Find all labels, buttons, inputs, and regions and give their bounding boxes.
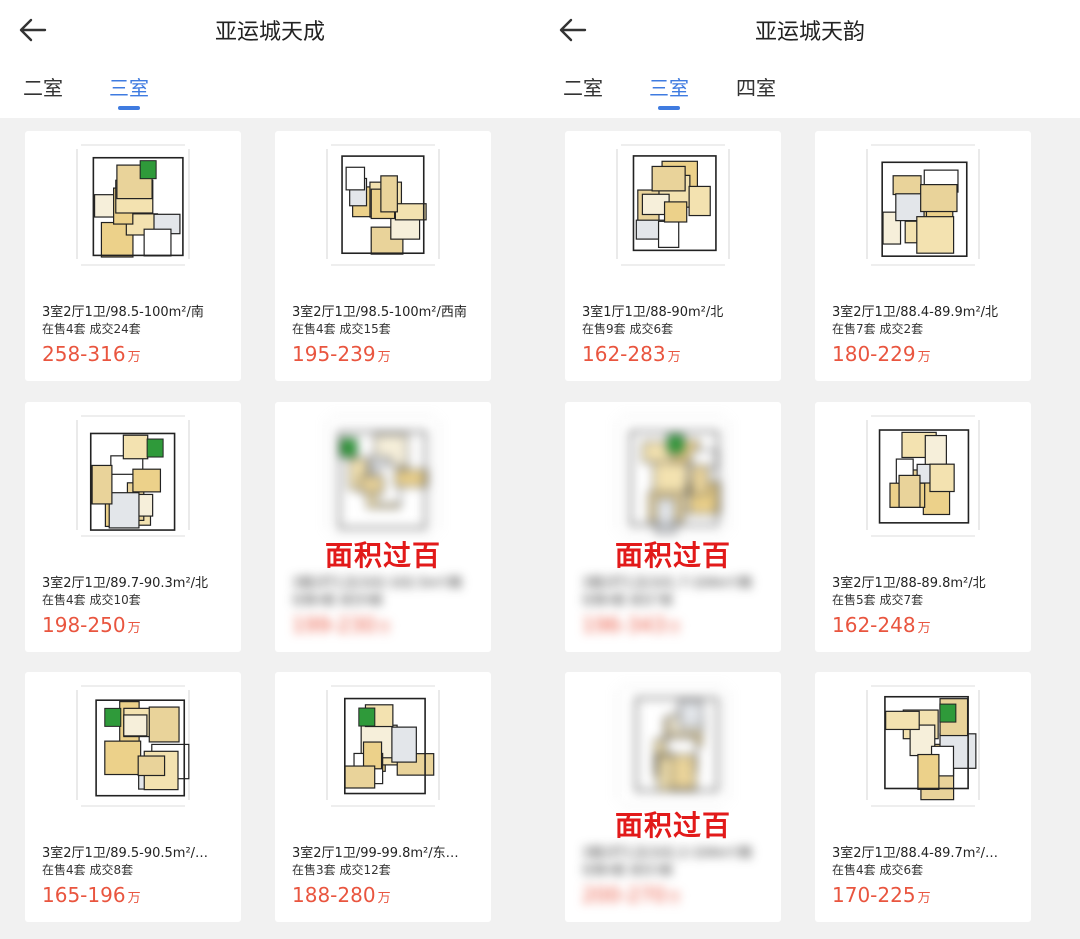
floorplan-image (326, 415, 440, 537)
price-range: 195-239 万 (292, 342, 391, 366)
listing-stats: 在售4套 成交8套 (42, 863, 134, 877)
tab-indicator (118, 106, 140, 110)
tab-two-room[interactable]: 二室 (23, 72, 63, 101)
layout-info: 3室2厅1卫/102-102.5m²/南 (292, 576, 463, 591)
floorplan-card[interactable]: 3室2厅1卫/89.7-90.3m²/北 在售4套 成交10套 198-250 万 (25, 402, 241, 652)
floorplan-card[interactable]: 3室2厅1卫/88.4-89.7m²/… 在售4套 成交6套 170-225 万 (815, 672, 1031, 922)
left-screen: 亚运城天成 二室 三室 3室2厅1卫/98.5-100m²/南 在售4套 成交2… (0, 0, 540, 939)
price-range: 196-343 万 (582, 613, 681, 637)
header: 亚运城天成 二室 三室 (0, 0, 540, 118)
room-tabs: 二室 三室 四室 (540, 68, 1080, 118)
layout-info: 3室2厅1卫/101.7-104m²/南 (582, 576, 753, 591)
layout-info: 3室2厅1卫/88.4-89.9m²/北 (832, 305, 999, 320)
floorplan-card[interactable]: 3室2厅1卫/102.2-104m²/南 在售4套 成交3套 200-270 万 … (565, 672, 781, 922)
listing-stats: 在售3套 成交12套 (292, 863, 391, 877)
listing-stats: 在售4套 成交15套 (292, 322, 391, 336)
price-range: 162-248 万 (832, 613, 931, 637)
floorplan-image (866, 415, 980, 537)
layout-info: 3室2厅1卫/98.5-100m²/南 (42, 305, 204, 320)
floorplan-image (326, 144, 440, 266)
layout-info: 3室2厅1卫/88-89.8m²/北 (832, 576, 986, 591)
over-100sqm-label: 面积过百 (614, 539, 731, 572)
tab-four-room[interactable]: 四室 (736, 72, 776, 101)
listing-stats: 在售4套 成交3套 (582, 863, 674, 877)
right-screen: 亚运城天韵 二室 三室 四室 3室1厅1卫/88-90m²/北 在售9套 成交6… (540, 0, 1080, 939)
listing-stats: 在售9套 成交6套 (582, 322, 674, 336)
layout-info: 3室1厅1卫/88-90m²/北 (582, 305, 724, 320)
floorplan-card[interactable]: 3室1厅1卫/88-90m²/北 在售9套 成交6套 162-283 万 (565, 131, 781, 381)
listing-stats: 在售4套 成交6套 (832, 863, 924, 877)
layout-info: 3室2厅1卫/102.2-104m²/南 (582, 846, 753, 861)
listing-stats: 在售4套 成交24套 (42, 322, 141, 336)
floorplan-card[interactable]: 3室2厅1卫/98.5-100m²/西南 在售4套 成交15套 195-239 万 (275, 131, 491, 381)
layout-info: 3室2厅1卫/98.5-100m²/西南 (292, 305, 467, 320)
tab-two-room[interactable]: 二室 (563, 72, 603, 101)
listing-stats: 在售4套 成交7套 (582, 593, 674, 607)
layout-info: 3室2厅1卫/88.4-89.7m²/… (832, 846, 999, 861)
header: 亚运城天韵 二室 三室 四室 (540, 0, 1080, 118)
floorplan-card[interactable]: 3室2厅1卫/89.5-90.5m²/… 在售4套 成交8套 165-196 万 (25, 672, 241, 922)
floorplan-card[interactable]: 3室2厅1卫/99-99.8m²/东… 在售3套 成交12套 188-280 万 (275, 672, 491, 922)
listing-stats: 在售4套 成交9套 (292, 593, 384, 607)
price-range: 258-316 万 (42, 342, 141, 366)
floorplan-image (76, 144, 190, 266)
floorplan-image (866, 685, 980, 807)
listing-stats: 在售7套 成交2套 (832, 322, 924, 336)
price-range: 180-229 万 (832, 342, 931, 366)
floorplan-image (76, 685, 190, 807)
floorplan-image (616, 685, 730, 807)
price-range: 200-270 万 (582, 883, 681, 907)
floorplan-image (616, 144, 730, 266)
floorplan-card[interactable]: 3室2厅1卫/98.5-100m²/南 在售4套 成交24套 258-316 万 (25, 131, 241, 381)
over-100sqm-label: 面积过百 (324, 539, 441, 572)
layout-info: 3室2厅1卫/89.7-90.3m²/北 (42, 576, 209, 591)
page-title: 亚运城天成 (214, 20, 325, 45)
floorplan-image (616, 415, 730, 537)
floorplan-card[interactable]: 3室2厅1卫/102-102.5m²/南 在售4套 成交9套 199-230 万 … (275, 402, 491, 652)
listing-stats: 在售4套 成交10套 (42, 593, 141, 607)
price-range: 198-250 万 (42, 613, 141, 637)
price-range: 188-280 万 (292, 883, 391, 907)
tab-three-room[interactable]: 三室 (649, 72, 689, 110)
page-title: 亚运城天韵 (754, 20, 865, 45)
price-range: 162-283 万 (582, 342, 681, 366)
over-100sqm-label: 面积过百 (614, 809, 731, 842)
price-range: 170-225 万 (832, 883, 931, 907)
price-range: 165-196 万 (42, 883, 141, 907)
floorplan-card[interactable]: 3室2厅1卫/88-89.8m²/北 在售5套 成交7套 162-248 万 (815, 402, 1031, 652)
room-tabs: 二室 三室 (0, 68, 540, 118)
floorplan-image (326, 685, 440, 807)
floorplan-image (76, 415, 190, 537)
tab-three-room[interactable]: 三室 (109, 72, 149, 110)
layout-info: 3室2厅1卫/89.5-90.5m²/… (42, 846, 209, 861)
listing-stats: 在售5套 成交7套 (832, 593, 924, 607)
tab-indicator (658, 106, 680, 110)
price-range: 199-230 万 (292, 613, 391, 637)
layout-info: 3室2厅1卫/99-99.8m²/东… (292, 846, 459, 861)
floorplan-card[interactable]: 3室2厅1卫/88.4-89.9m²/北 在售7套 成交2套 180-229 万 (815, 131, 1031, 381)
floorplan-image (866, 144, 980, 266)
floorplan-card[interactable]: 3室2厅1卫/101.7-104m²/南 在售4套 成交7套 196-343 万 … (565, 402, 781, 652)
